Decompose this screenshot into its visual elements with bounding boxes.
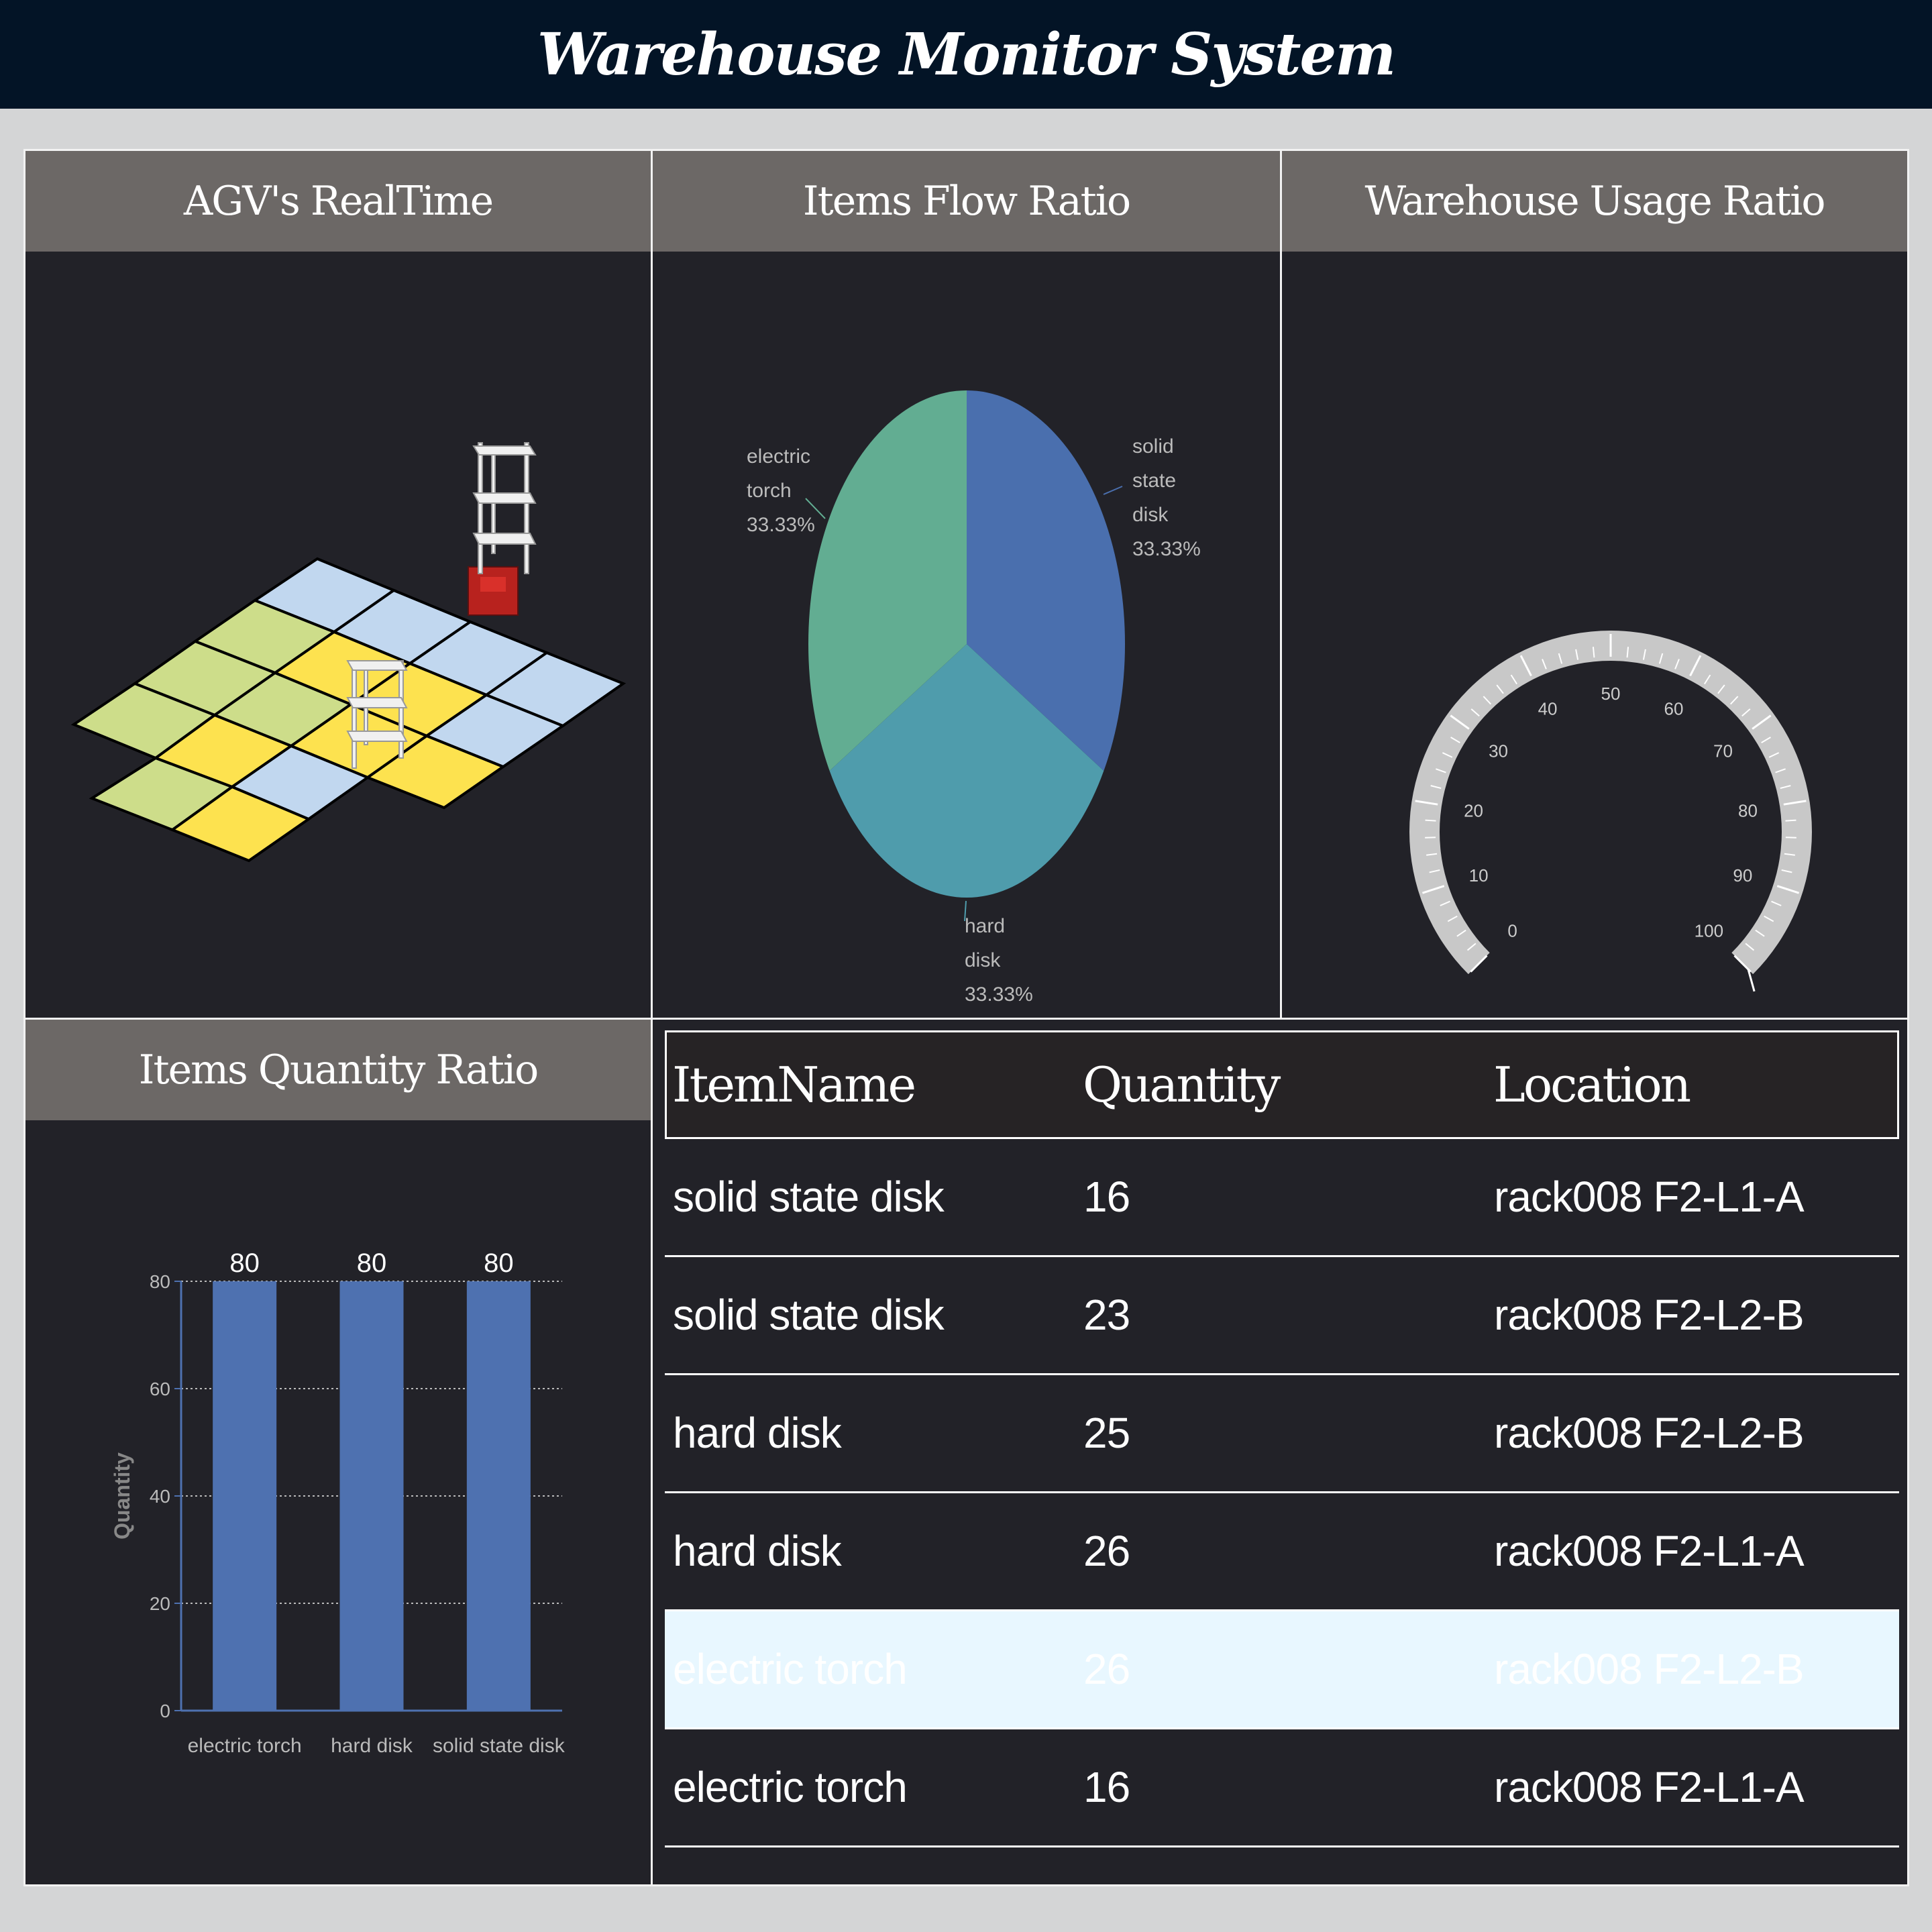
app-title: Warehouse Monitor System bbox=[537, 20, 1396, 89]
cell-location: rack008 F2-L1-A bbox=[1494, 1763, 1805, 1811]
pie-slice-label: state bbox=[1132, 470, 1176, 492]
bar bbox=[213, 1281, 277, 1711]
y-tick-label: 40 bbox=[150, 1486, 170, 1507]
table-row[interactable]: electric torch 16 rack008 F2-L1-A bbox=[665, 1729, 1899, 1847]
cell-quantity: 26 bbox=[1083, 1645, 1130, 1693]
gauge-minor-tick bbox=[1425, 819, 1436, 822]
items-table: ItemName Quantity Location solid state d… bbox=[651, 1018, 1909, 1886]
cell-location: rack008 F2-L2-B bbox=[1494, 1291, 1805, 1339]
usage-panel: Warehouse Usage Ratio 0 10 20 30 40 50 60 70 80 9… bbox=[1280, 149, 1909, 1020]
cell-itemname: electric torch bbox=[673, 1763, 908, 1811]
table-row[interactable]: hard disk 26 rack008 F2-L1-A bbox=[665, 1493, 1899, 1611]
table-row-highlighted[interactable]: electric torch 26 rack008 F2-L2-B bbox=[665, 1611, 1899, 1729]
quantity-panel-title: Items Quantity Ratio bbox=[25, 1020, 651, 1120]
cell-quantity: 25 bbox=[1083, 1409, 1130, 1457]
agv-robot bbox=[468, 442, 537, 616]
bar-chart[interactable]: 0 20 40 60 80 Quantity 80 electric torch 80 hard … bbox=[25, 1120, 651, 1885]
app-title-bar: Warehouse Monitor System bbox=[0, 0, 1932, 109]
pie-label-line bbox=[1103, 486, 1123, 495]
gauge-minor-tick bbox=[1785, 837, 1796, 839]
cell-itemname: solid state disk bbox=[673, 1173, 945, 1221]
pie-slice-label: torch bbox=[747, 480, 792, 502]
x-tick-label: hard disk bbox=[331, 1735, 413, 1757]
agv-panel: AGV's RealTime bbox=[23, 149, 653, 1020]
quantity-panel: Items Quantity Ratio 0 20 40 60 80 Quantity 80… bbox=[23, 1018, 653, 1886]
cell-quantity: 26 bbox=[1083, 1527, 1130, 1575]
bar-data-label: 80 bbox=[229, 1248, 260, 1278]
cell-quantity: 23 bbox=[1083, 1291, 1130, 1339]
bar bbox=[466, 1281, 531, 1711]
y-tick-label: 20 bbox=[150, 1593, 170, 1614]
column-header-location[interactable]: Location bbox=[1493, 1032, 1691, 1137]
gauge-tick-label: 100 bbox=[1695, 920, 1723, 941]
gauge-tick-label: 70 bbox=[1713, 741, 1733, 761]
gauge-minor-tick bbox=[1425, 837, 1436, 839]
cell-location: rack008 F2-L2-B bbox=[1494, 1409, 1805, 1457]
gauge-tick-label: 10 bbox=[1469, 865, 1489, 885]
agv-map-canvas bbox=[70, 442, 627, 863]
table-row[interactable]: hard disk 25 rack008 F2-L2-B bbox=[665, 1375, 1899, 1493]
pie-slice-label: hard bbox=[965, 915, 1005, 937]
cell-location: rack008 F2-L1-A bbox=[1494, 1173, 1805, 1221]
pie-slice-label: 33.33% bbox=[1132, 538, 1201, 560]
table-row[interactable]: solid state disk 23 rack008 F2-L2-B bbox=[665, 1257, 1899, 1375]
gauge-tick-label: 40 bbox=[1538, 699, 1558, 719]
table-header: ItemName Quantity Location bbox=[665, 1030, 1899, 1139]
y-tick-label: 80 bbox=[150, 1271, 170, 1292]
pie-slice-label: solid bbox=[1132, 435, 1174, 458]
cell-itemname: solid state disk bbox=[673, 1291, 945, 1339]
gauge-minor-tick bbox=[1785, 819, 1796, 822]
cell-itemname: hard disk bbox=[673, 1527, 842, 1575]
cell-itemname: hard disk bbox=[673, 1409, 842, 1457]
flow-panel-title: Items Flow Ratio bbox=[653, 151, 1280, 252]
cell-location: rack008 F2-L2-B bbox=[1494, 1645, 1805, 1693]
agv-map[interactable] bbox=[25, 252, 651, 1018]
column-header-itemname[interactable]: ItemName bbox=[672, 1032, 916, 1137]
gauge-tick-label: 30 bbox=[1489, 741, 1508, 761]
gauge-tick-label: 50 bbox=[1601, 684, 1621, 704]
gauge-tick-label: 20 bbox=[1464, 801, 1483, 821]
bar-data-label: 80 bbox=[357, 1248, 387, 1278]
table-row[interactable]: solid state disk 16 rack008 F2-L1-A bbox=[665, 1139, 1899, 1257]
bar bbox=[339, 1281, 404, 1711]
agv-panel-title: AGV's RealTime bbox=[25, 151, 651, 252]
bar-data-label: 80 bbox=[484, 1248, 514, 1278]
gauge-tick-label: 80 bbox=[1738, 801, 1758, 821]
x-tick-label: solid state disk bbox=[433, 1735, 566, 1757]
usage-gauge[interactable]: 0 10 20 30 40 50 60 70 80 90 100 bbox=[1282, 252, 1907, 1016]
y-axis-label: Quantity bbox=[110, 1452, 134, 1540]
flow-panel: Items Flow Ratio solid state disk 33.33% har… bbox=[651, 149, 1282, 1020]
pie-slice-label: electric bbox=[747, 445, 810, 468]
y-tick-label: 0 bbox=[160, 1701, 170, 1721]
y-tick-label: 60 bbox=[150, 1379, 170, 1399]
gauge-tick-label: 0 bbox=[1507, 920, 1517, 941]
cell-quantity: 16 bbox=[1083, 1763, 1130, 1811]
column-header-quantity[interactable]: Quantity bbox=[1083, 1032, 1281, 1137]
pie-slice-label: disk bbox=[1132, 504, 1169, 526]
pie-slice-label: 33.33% bbox=[965, 983, 1033, 1006]
gauge-tick-label: 60 bbox=[1664, 699, 1684, 719]
gauge-tick-label: 90 bbox=[1733, 865, 1752, 885]
usage-panel-title: Warehouse Usage Ratio bbox=[1282, 151, 1907, 252]
x-tick-label: electric torch bbox=[188, 1735, 302, 1757]
cell-quantity: 16 bbox=[1083, 1173, 1130, 1221]
pie-chart[interactable]: solid state disk 33.33% hard disk 33.33% electr… bbox=[653, 252, 1280, 1016]
cell-itemname: electric torch bbox=[673, 1645, 908, 1693]
cell-location: rack008 F2-L1-A bbox=[1494, 1527, 1805, 1575]
pie-slice-label: disk bbox=[965, 949, 1001, 971]
pie-slice-label: 33.33% bbox=[747, 514, 815, 536]
